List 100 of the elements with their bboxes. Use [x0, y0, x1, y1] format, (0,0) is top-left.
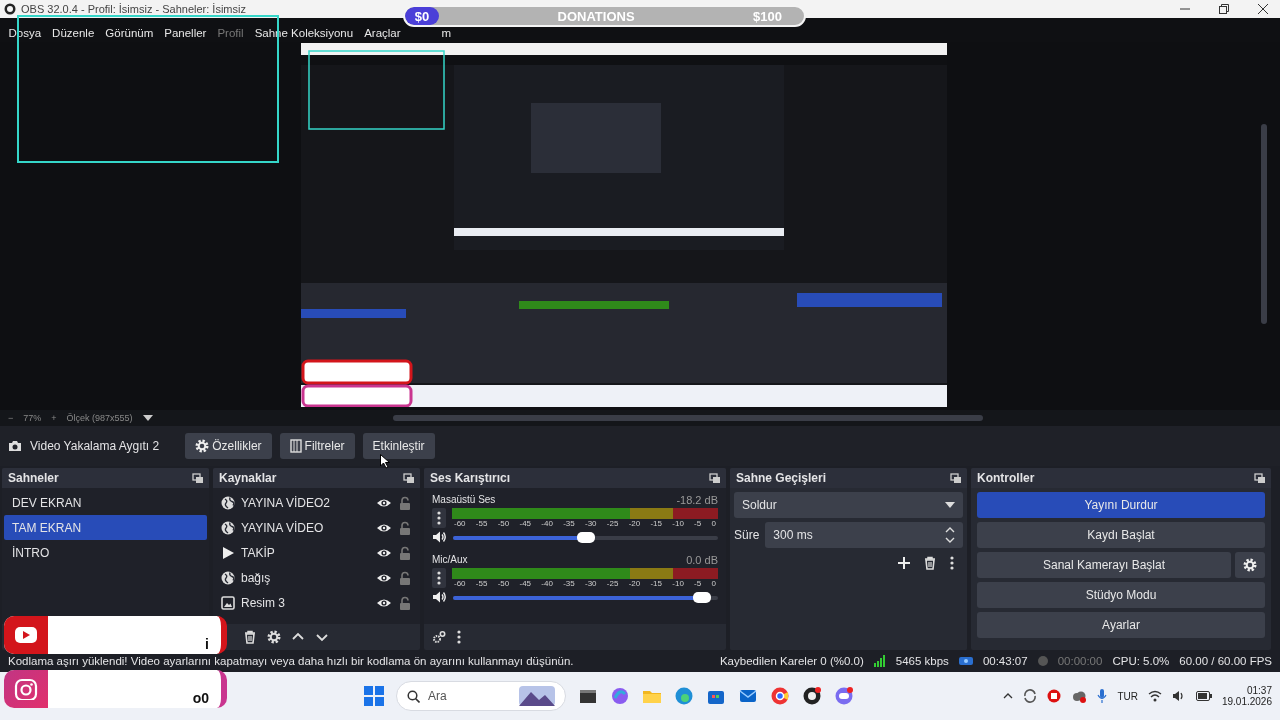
menu-button[interactable]	[432, 568, 446, 588]
close-icon[interactable]	[1258, 4, 1268, 14]
menu-item[interactable]: Düzenle	[46, 27, 100, 39]
scale-label: -40	[541, 519, 553, 528]
search-field[interactable]: Ara	[396, 681, 566, 711]
zoom-in-button[interactable]: +	[51, 413, 57, 423]
spinner-icon	[945, 525, 955, 545]
source-toolbar-button[interactable]: Filtreler	[279, 433, 355, 459]
scene-item[interactable]: DEV EKRAN	[4, 490, 207, 515]
control-button[interactable]: Yayını Durdur	[977, 492, 1265, 518]
lock-icon[interactable]	[398, 595, 412, 610]
caret-up-icon[interactable]	[1003, 693, 1014, 699]
volume-slider[interactable]	[453, 531, 718, 543]
scene-item[interactable]: İNTRO	[4, 540, 207, 565]
round-browser-icon[interactable]	[770, 686, 790, 706]
volume-slider[interactable]	[453, 591, 718, 603]
add-icon[interactable]	[897, 556, 911, 570]
status-message: Kodlama aşırı yüklendi! Video ayarlarını kapatmayı veya daha hızlı bir kodlama ön ayarını kullanmayı düşünün.	[8, 655, 575, 667]
delete-icon[interactable]	[243, 630, 257, 644]
chat-app-icon[interactable]	[834, 686, 854, 706]
settings-button[interactable]	[1235, 552, 1265, 578]
signal-icon	[873, 655, 886, 667]
record-time: 00:00:00	[1057, 655, 1103, 667]
scale-label: -60	[454, 579, 466, 588]
scale-label: -15	[650, 579, 662, 588]
source-item[interactable]: YAYINA VİDEO	[241, 520, 370, 535]
db-reading: -18.2 dB	[676, 494, 718, 506]
battery-icon[interactable]	[1195, 691, 1212, 701]
lock-icon[interactable]	[398, 570, 412, 585]
scale-label: -45	[519, 579, 532, 588]
dock-title: Kaynaklar	[219, 471, 277, 485]
channel-name: Masaüstü Ses	[432, 494, 496, 506]
source-item[interactable]: YAYINA VİDEO2	[241, 495, 370, 510]
undock-icon[interactable]	[1254, 472, 1266, 484]
source-toolbar-button[interactable]: Etkinleştir	[362, 433, 435, 459]
sync-icon[interactable]	[1023, 689, 1038, 703]
menu-item[interactable]: Araçlar	[358, 27, 407, 39]
menu-item[interactable]: m	[436, 27, 457, 39]
advanced-settings-icon[interactable]	[432, 630, 446, 644]
scene-item[interactable]: TAM EKRAN	[4, 515, 207, 540]
clock-date: 19.01.2026	[1221, 696, 1272, 707]
bitrate: 5465 kbps	[895, 655, 949, 667]
globe-icon	[221, 520, 235, 535]
source-item[interactable]: TAKİP	[241, 545, 370, 560]
control-button[interactable]: Ayarlar	[977, 612, 1265, 638]
more-icon	[436, 511, 442, 525]
undock-icon[interactable]	[950, 472, 962, 484]
scale-label: -20	[628, 579, 641, 588]
stop-icon[interactable]	[1047, 689, 1062, 703]
restore-icon[interactable]	[1219, 4, 1229, 14]
db-reading: 0.0 dB	[686, 554, 718, 566]
browser-icon[interactable]	[674, 686, 694, 706]
dropdown-caret-icon	[945, 502, 955, 508]
undock-icon[interactable]	[403, 472, 415, 484]
zoom-out-button[interactable]: −	[8, 413, 14, 423]
dropdown-caret-icon[interactable]	[142, 415, 153, 421]
control-button[interactable]: Stüdyo Modu	[977, 582, 1265, 608]
undock-icon[interactable]	[709, 472, 721, 484]
wifi-icon[interactable]	[1147, 690, 1162, 702]
speaker-icon[interactable]	[432, 530, 447, 544]
scale-label: -15	[650, 519, 662, 528]
scale-label: -30	[584, 579, 597, 588]
menu-item[interactable]: Görünüm	[99, 27, 159, 39]
control-button[interactable]: Sanal Kamerayı Başlat	[977, 552, 1231, 578]
menu-item[interactable]: Paneller	[158, 27, 212, 39]
scale-label: -5	[694, 519, 702, 528]
globe-icon	[221, 495, 235, 510]
lock-icon[interactable]	[398, 520, 412, 535]
source-item[interactable]: Resim 3	[241, 595, 370, 610]
cloud-icon[interactable]	[1071, 689, 1088, 703]
scale-label: -30	[584, 519, 597, 528]
recording-app-icon[interactable]	[802, 686, 822, 706]
scrollbar[interactable]	[1261, 124, 1267, 324]
source-toolbar-button[interactable]: Özellikler	[185, 433, 272, 459]
more-icon[interactable]	[456, 630, 462, 644]
transition-dropdown[interactable]: Soldur	[734, 492, 963, 518]
scale-label: -10	[672, 579, 684, 588]
source-item[interactable]: bağış	[241, 570, 370, 585]
menu-button[interactable]	[432, 508, 446, 528]
speaker-icon[interactable]	[432, 590, 447, 604]
scale-label: -25	[606, 579, 619, 588]
delete-icon[interactable]	[923, 556, 937, 570]
speaker-icon[interactable]	[1171, 690, 1186, 702]
microphone-icon[interactable]	[1097, 689, 1108, 703]
lock-icon[interactable]	[398, 545, 412, 560]
scale-label: -40	[541, 579, 553, 588]
settings-icon[interactable]	[267, 630, 281, 644]
undock-icon[interactable]	[192, 472, 204, 484]
language-indicator[interactable]: TUR	[1117, 690, 1138, 702]
start-icon[interactable]	[364, 686, 384, 706]
scale-label: -5	[694, 579, 702, 588]
swirl-icon[interactable]	[610, 686, 630, 706]
lock-icon[interactable]	[398, 495, 412, 510]
image-icon	[221, 595, 235, 610]
scale-label: -60	[454, 519, 466, 528]
more-icon[interactable]	[949, 556, 955, 570]
control-button[interactable]: Kaydı Başlat	[977, 522, 1265, 548]
duration-field[interactable]: 300 ms	[765, 522, 963, 548]
mountain-icon	[519, 686, 555, 706]
scrollbar[interactable]	[392, 415, 983, 421]
